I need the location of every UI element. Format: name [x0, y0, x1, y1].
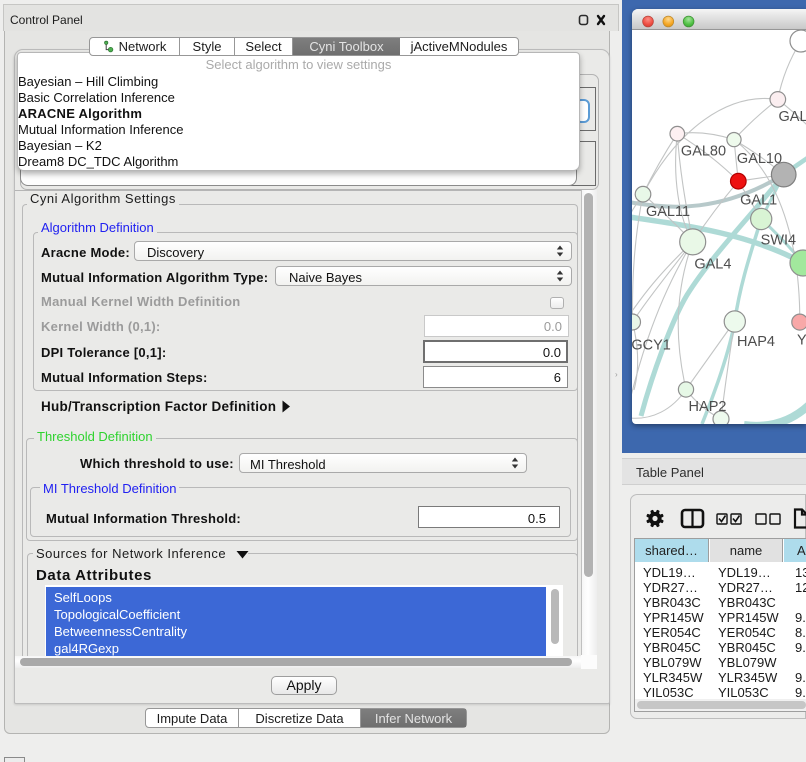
svg-text:GAL80: GAL80 — [681, 144, 726, 160]
svg-text:GAL1: GAL1 — [740, 193, 777, 209]
svg-text:HAP4: HAP4 — [737, 334, 775, 350]
svg-text:HAP2: HAP2 — [689, 399, 727, 415]
svg-text:SWI4: SWI4 — [761, 233, 796, 249]
svg-text:Y: Y — [797, 333, 806, 349]
svg-text:GAL11: GAL11 — [646, 204, 690, 220]
svg-text:GCY1: GCY1 — [632, 338, 671, 354]
svg-text:GAL10: GAL10 — [737, 151, 782, 167]
svg-text:GAL7: GAL7 — [779, 109, 806, 125]
svg-text:GAL4: GAL4 — [694, 257, 731, 273]
